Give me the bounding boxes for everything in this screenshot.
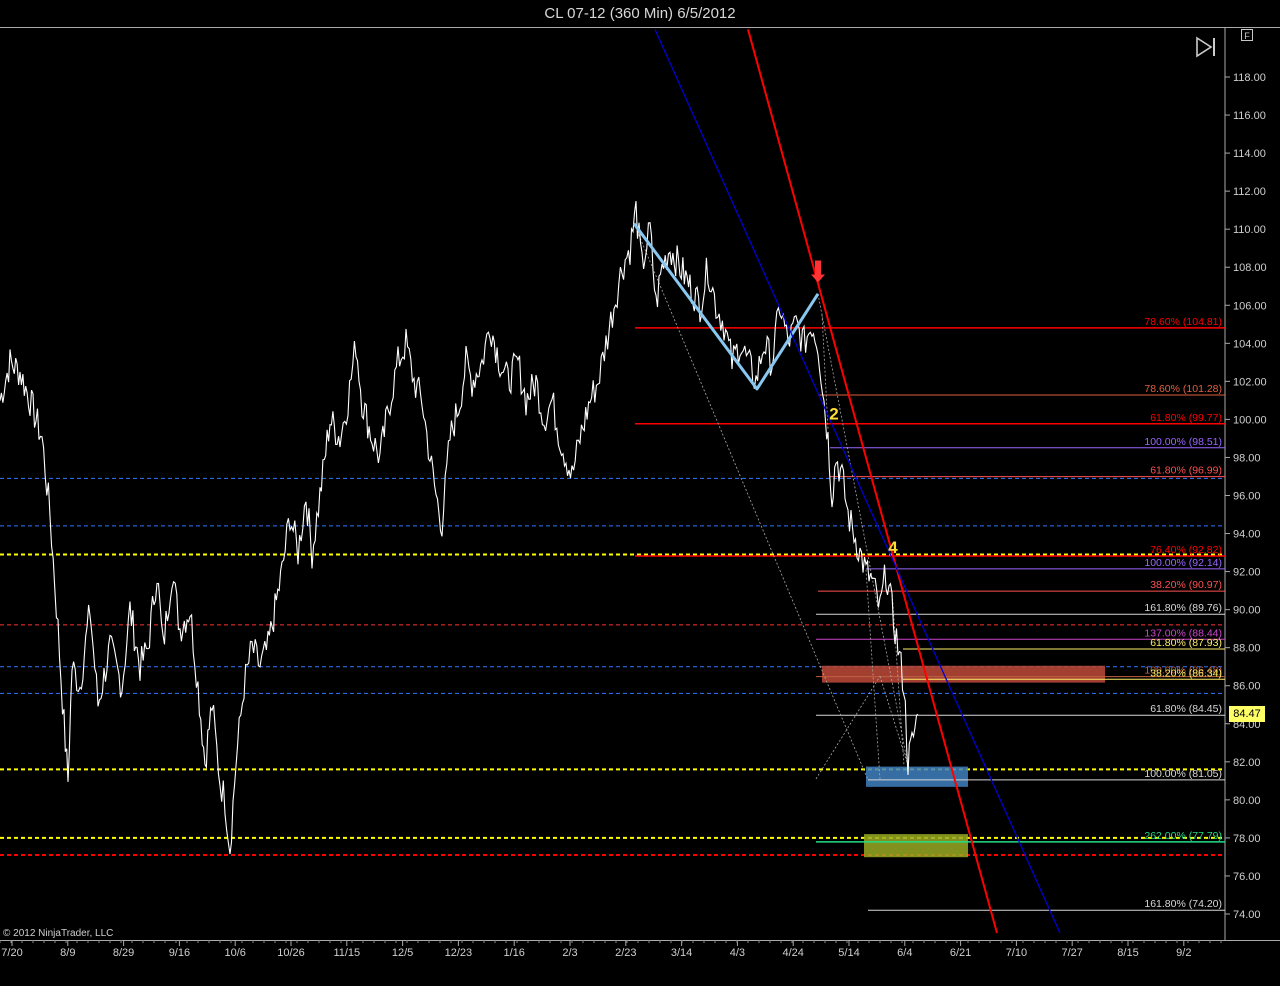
y-tick-label: 92.00 xyxy=(1233,567,1261,579)
fib-label: 38.20% (90.97) xyxy=(1150,579,1222,591)
fib-label: 61.80% (96.99) xyxy=(1150,465,1222,477)
zone xyxy=(822,665,1105,683)
fib-label: 76.40% (92.82) xyxy=(1150,544,1222,556)
x-tick-label: 9/16 xyxy=(169,947,190,959)
fib-label: 100.00% (98.51) xyxy=(1144,436,1222,448)
y-tick-label: 90.00 xyxy=(1233,605,1261,617)
y-tick-label: 118.00 xyxy=(1233,72,1266,84)
x-tick-label: 10/6 xyxy=(224,947,245,959)
fib-label: 61.80% (87.93) xyxy=(1150,637,1222,649)
x-tick-label: 2/3 xyxy=(562,947,577,959)
y-tick-label: 104.00 xyxy=(1233,338,1267,350)
fib-label: 38.20% (86.34) xyxy=(1150,667,1222,679)
y-tick-label: 102.00 xyxy=(1233,376,1267,388)
y-tick-label: 110.00 xyxy=(1233,224,1266,236)
y-tick-label: 108.00 xyxy=(1233,262,1267,274)
y-tick-label: 94.00 xyxy=(1233,529,1261,541)
wave-label: 2 xyxy=(829,405,838,424)
y-tick-label: 98.00 xyxy=(1233,452,1261,464)
y-tick-label: 86.00 xyxy=(1233,681,1261,693)
price-chart[interactable]: 78.60% (104.81) 78.60% (101.28) 61.80% (99… xyxy=(0,27,1280,986)
x-tick-label: 12/5 xyxy=(392,947,413,959)
zone xyxy=(864,834,968,858)
fib-label: 78.60% (101.28) xyxy=(1144,383,1222,395)
y-tick-label: 114.00 xyxy=(1233,148,1266,160)
fib-label: 61.80% (99.77) xyxy=(1150,412,1222,424)
x-tick-label: 6/21 xyxy=(950,947,971,959)
x-tick-label: 12/23 xyxy=(445,947,473,959)
fib-label: 100.00% (92.14) xyxy=(1144,557,1222,569)
fib-label: 61.80% (84.45) xyxy=(1150,703,1222,715)
y-tick-label: 100.00 xyxy=(1233,414,1267,426)
copyright: © 2012 NinjaTrader, LLC xyxy=(3,928,114,939)
fib-label: 78.60% (104.81) xyxy=(1144,316,1222,328)
x-tick-label: 2/23 xyxy=(615,947,636,959)
window-title: CL 07-12 (360 Min) 6/5/2012 xyxy=(0,0,1280,27)
f-button[interactable]: F xyxy=(1241,29,1253,41)
x-tick-label: 8/9 xyxy=(60,947,75,959)
x-tick-label: 3/14 xyxy=(671,947,692,959)
x-tick-label: 8/29 xyxy=(113,947,134,959)
y-tick-label: 74.00 xyxy=(1233,909,1261,921)
y-tick-label: 116.00 xyxy=(1233,110,1266,122)
x-tick-label: 4/24 xyxy=(782,947,803,959)
wave-label: 4 xyxy=(888,538,898,557)
x-tick-label: 10/26 xyxy=(277,947,305,959)
x-tick-label: 7/27 xyxy=(1061,947,1082,959)
y-tick-label: 88.00 xyxy=(1233,643,1261,655)
fib-label: 262.00% (77.79) xyxy=(1144,830,1222,842)
fib-label: 161.80% (89.76) xyxy=(1144,602,1222,614)
fib-label: 100.00% (81.05) xyxy=(1144,768,1222,780)
y-tick-label: 80.00 xyxy=(1233,795,1261,807)
x-tick-label: 1/16 xyxy=(503,947,524,959)
x-tick-label: 9/2 xyxy=(1176,947,1191,959)
y-tick-label: 106.00 xyxy=(1233,300,1267,312)
x-tick-label: 7/10 xyxy=(1006,947,1027,959)
y-tick-label: 96.00 xyxy=(1233,491,1261,503)
x-tick-label: 5/14 xyxy=(838,947,859,959)
y-tick-label: 78.00 xyxy=(1233,833,1261,845)
skip-to-end-icon[interactable] xyxy=(1195,36,1219,58)
fib-label: 161.80% (74.20) xyxy=(1144,898,1222,910)
x-tick-label: 6/4 xyxy=(897,947,912,959)
chart-area[interactable]: 78.60% (104.81) 78.60% (101.28) 61.80% (99… xyxy=(0,27,1280,986)
x-tick-label: 11/15 xyxy=(333,947,360,959)
x-tick-label: 8/15 xyxy=(1117,947,1138,959)
y-tick-label: 82.00 xyxy=(1233,757,1261,769)
x-tick-label: 7/20 xyxy=(1,947,22,959)
y-tick-label: 112.00 xyxy=(1233,186,1266,198)
last-price-tag: 84.47 xyxy=(1229,706,1265,722)
x-tick-label: 4/3 xyxy=(730,947,745,959)
y-tick-label: 76.00 xyxy=(1233,871,1261,883)
